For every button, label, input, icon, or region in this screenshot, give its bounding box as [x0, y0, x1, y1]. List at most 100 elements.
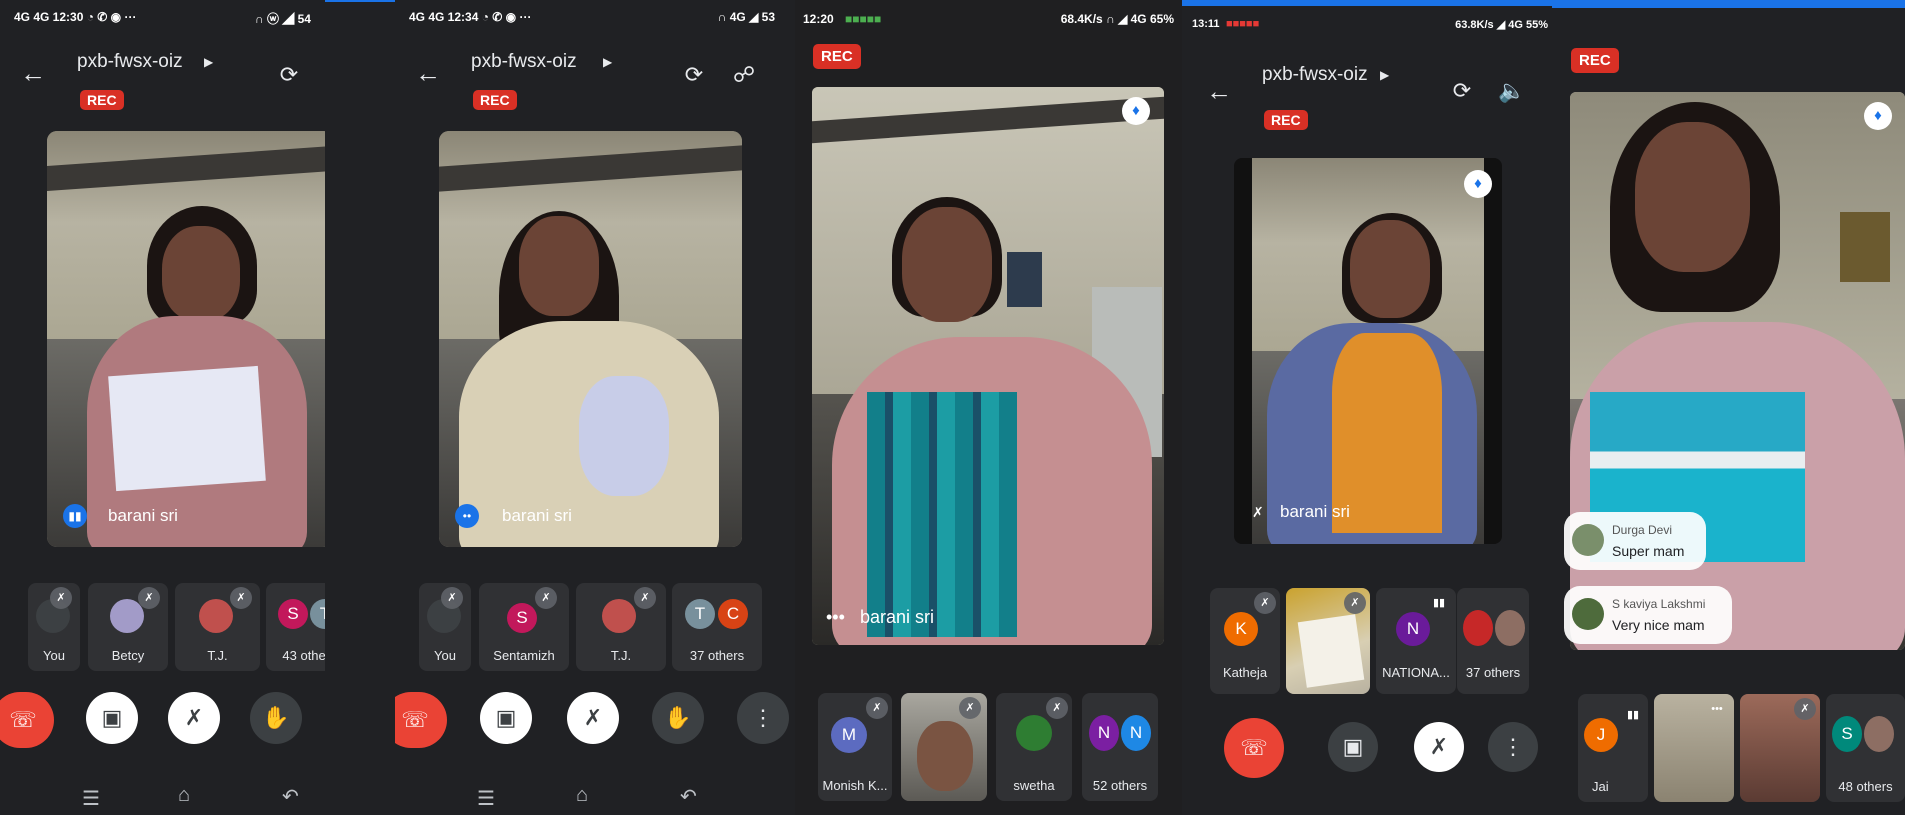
volume-icon[interactable]: 🔈 [1498, 78, 1525, 104]
participant-tile[interactable]: ✗ swetha [996, 693, 1072, 801]
avatar: N [1121, 715, 1151, 751]
participant-tile[interactable]: N ▮▮ NATIONA... [1376, 588, 1456, 694]
status-right: ∩ ⓦ ◢ 54 [254, 12, 311, 26]
back-arrow-icon[interactable]: ← [1206, 76, 1232, 107]
participant-tile[interactable]: ✗ T.J. [576, 583, 666, 671]
switch-camera-icon[interactable]: ⟳ [276, 62, 302, 88]
avatar: S [507, 603, 537, 633]
mic-off-icon: ✗ [1252, 504, 1264, 520]
participant-tile-others[interactable]: N N 52 others [1082, 693, 1158, 801]
pin-icon[interactable]: ♦ [1864, 102, 1892, 130]
status-bar: 4G 4G 12:30 ◔ ✆ ◉ ··· ∩ ⓦ ◢ 54 [0, 8, 325, 28]
participant-tile-others[interactable]: 37 others [1457, 588, 1529, 694]
avatar: S [278, 599, 308, 629]
speaking-indicator-icon: •• [455, 504, 479, 528]
more-options-button[interactable]: ⋮ [1488, 722, 1538, 772]
participant-tile-video[interactable]: ••• [1654, 694, 1734, 802]
avatar: T [310, 599, 325, 629]
main-video-tile[interactable]: ♦ ✗ barani sri [1234, 158, 1502, 544]
mic-off-button[interactable]: ✗ [1414, 722, 1464, 772]
switch-camera-icon[interactable]: ⟳ [681, 62, 707, 88]
switch-camera-icon[interactable]: ⟳ [1449, 78, 1475, 104]
participant-tile[interactable]: S ✗ Sentamizh [479, 583, 569, 671]
back-arrow-icon[interactable]: ← [415, 58, 441, 89]
more-dots-icon: ••• [1711, 703, 1723, 715]
avatar: M [831, 717, 867, 753]
main-video-tile[interactable]: ♦ ••• barani sri [812, 87, 1164, 645]
meeting-title[interactable]: pxb-fwsx-oiz [77, 51, 183, 73]
screenshot-panel-1: 4G 4G 12:30 ◔ ✆ ◉ ··· ∩ ⓦ ◢ 54 ← pxb-fws… [0, 0, 325, 815]
pin-icon[interactable]: ♦ [1122, 97, 1150, 125]
camera-off-button[interactable]: ▣ [480, 692, 532, 744]
participant-tile[interactable]: M ✗ Monish K... [818, 693, 892, 801]
chevron-right-icon[interactable]: ▶ [603, 51, 612, 73]
camera-off-button[interactable]: ▣ [86, 692, 138, 744]
status-left: 12:20 [803, 12, 834, 26]
video-scene [439, 131, 742, 547]
participant-name: Monish K... [822, 778, 888, 793]
end-call-button[interactable]: ☏ [395, 692, 447, 748]
screenshot-panel-4: 13:11 ■■■■■ 63.8K/s ◢ 4G 55% ← pxb-fwsx-… [1182, 0, 1552, 815]
avatar [917, 721, 973, 791]
mic-off-icon: ✗ [138, 587, 160, 609]
mic-off-icon: ✗ [866, 697, 888, 719]
mic-off-icon: ✗ [50, 587, 72, 609]
screenshot-panel-3: 12:20 ■■■■■ 68.4K/s ∩ ◢ 4G 65% REC ♦ •••… [795, 0, 1182, 815]
more-dots-icon[interactable]: ••• [826, 607, 845, 628]
speaking-indicator-icon: ▮▮ [1626, 709, 1640, 721]
more-options-button[interactable]: ⋮ [737, 692, 789, 744]
menu-nav-icon[interactable]: ☰ [477, 786, 495, 811]
participant-name: T.J. [207, 648, 228, 663]
mic-off-icon: ✗ [230, 587, 252, 609]
end-call-button[interactable]: ☏ [0, 692, 54, 748]
menu-nav-icon[interactable]: ☰ [82, 786, 100, 811]
participant-tile[interactable]: K ✗ Katheja [1210, 588, 1280, 694]
pin-icon[interactable]: ♦ [1464, 170, 1492, 198]
participant-tile[interactable]: ✗ You [419, 583, 471, 671]
participant-name: Sentamizh [493, 648, 555, 663]
participant-count: 37 others [1465, 665, 1521, 680]
speaker-name-label: barani sri [860, 607, 935, 627]
headphones-icon[interactable]: ☍ [731, 62, 757, 88]
participant-count: 52 others [1092, 778, 1148, 793]
raise-hand-button[interactable]: ✋ [250, 692, 302, 744]
chat-bubble: Durga Devi Super mam [1564, 512, 1706, 570]
participant-tile-video[interactable]: ✗ [1286, 588, 1370, 694]
participant-name: NATIONA... [1382, 665, 1450, 680]
participant-name: Jai [1592, 779, 1609, 794]
back-arrow-icon[interactable]: ← [20, 58, 46, 89]
screenshot-panel-2: 4G 4G 12:34 ◔ ✆ ◉ ··· ∩ 4G ◢ 53 ← pxb-fw… [395, 0, 795, 815]
main-video-tile[interactable]: ▮▮ barani sri [47, 131, 325, 547]
status-left: 4G 4G 12:34 ◔ ✆ ◉ ··· [409, 10, 532, 24]
home-nav-icon[interactable]: ⌂ [178, 784, 190, 807]
end-call-button[interactable]: ☏ [1224, 718, 1284, 778]
video-scene [1252, 158, 1484, 544]
mic-off-button[interactable]: ✗ [168, 692, 220, 744]
meeting-title[interactable]: pxb-fwsx-oiz [1262, 64, 1368, 86]
camera-button[interactable]: ▣ [1328, 722, 1378, 772]
app-notification-icons: ■■■■■ [845, 12, 882, 26]
back-nav-icon[interactable]: ↶ [680, 784, 697, 809]
participant-tile-others[interactable]: S 48 others [1826, 694, 1905, 802]
participant-count: 48 others [1838, 779, 1893, 794]
participant-tile-video[interactable]: ✗ [1740, 694, 1820, 802]
meeting-title[interactable]: pxb-fwsx-oiz [471, 51, 577, 73]
participant-tile-others[interactable]: T C 37 others [672, 583, 762, 671]
main-video-tile[interactable]: •• barani sri [439, 131, 742, 547]
raise-hand-button[interactable]: ✋ [652, 692, 704, 744]
participant-tile-video[interactable]: ✗ [901, 693, 987, 801]
chevron-right-icon[interactable]: ▶ [1380, 64, 1389, 86]
home-nav-icon[interactable]: ⌂ [576, 784, 588, 807]
speaker-name-label: barani sri [1280, 502, 1350, 521]
participant-tile[interactable]: J ▮▮ Jai [1578, 694, 1648, 802]
mic-off-button[interactable]: ✗ [567, 692, 619, 744]
participant-tile[interactable]: ✗ Betcy [88, 583, 168, 671]
participant-tile-others[interactable]: S T 43 others [266, 583, 325, 671]
chevron-right-icon[interactable]: ▶ [204, 51, 213, 73]
participant-tile[interactable]: ✗ You [28, 583, 80, 671]
back-nav-icon[interactable]: ↶ [282, 784, 299, 809]
mic-off-icon: ✗ [1046, 697, 1068, 719]
chat-message: Super mam [1612, 543, 1685, 559]
participant-tile[interactable]: ✗ T.J. [175, 583, 260, 671]
mic-off-icon: ✗ [634, 587, 656, 609]
